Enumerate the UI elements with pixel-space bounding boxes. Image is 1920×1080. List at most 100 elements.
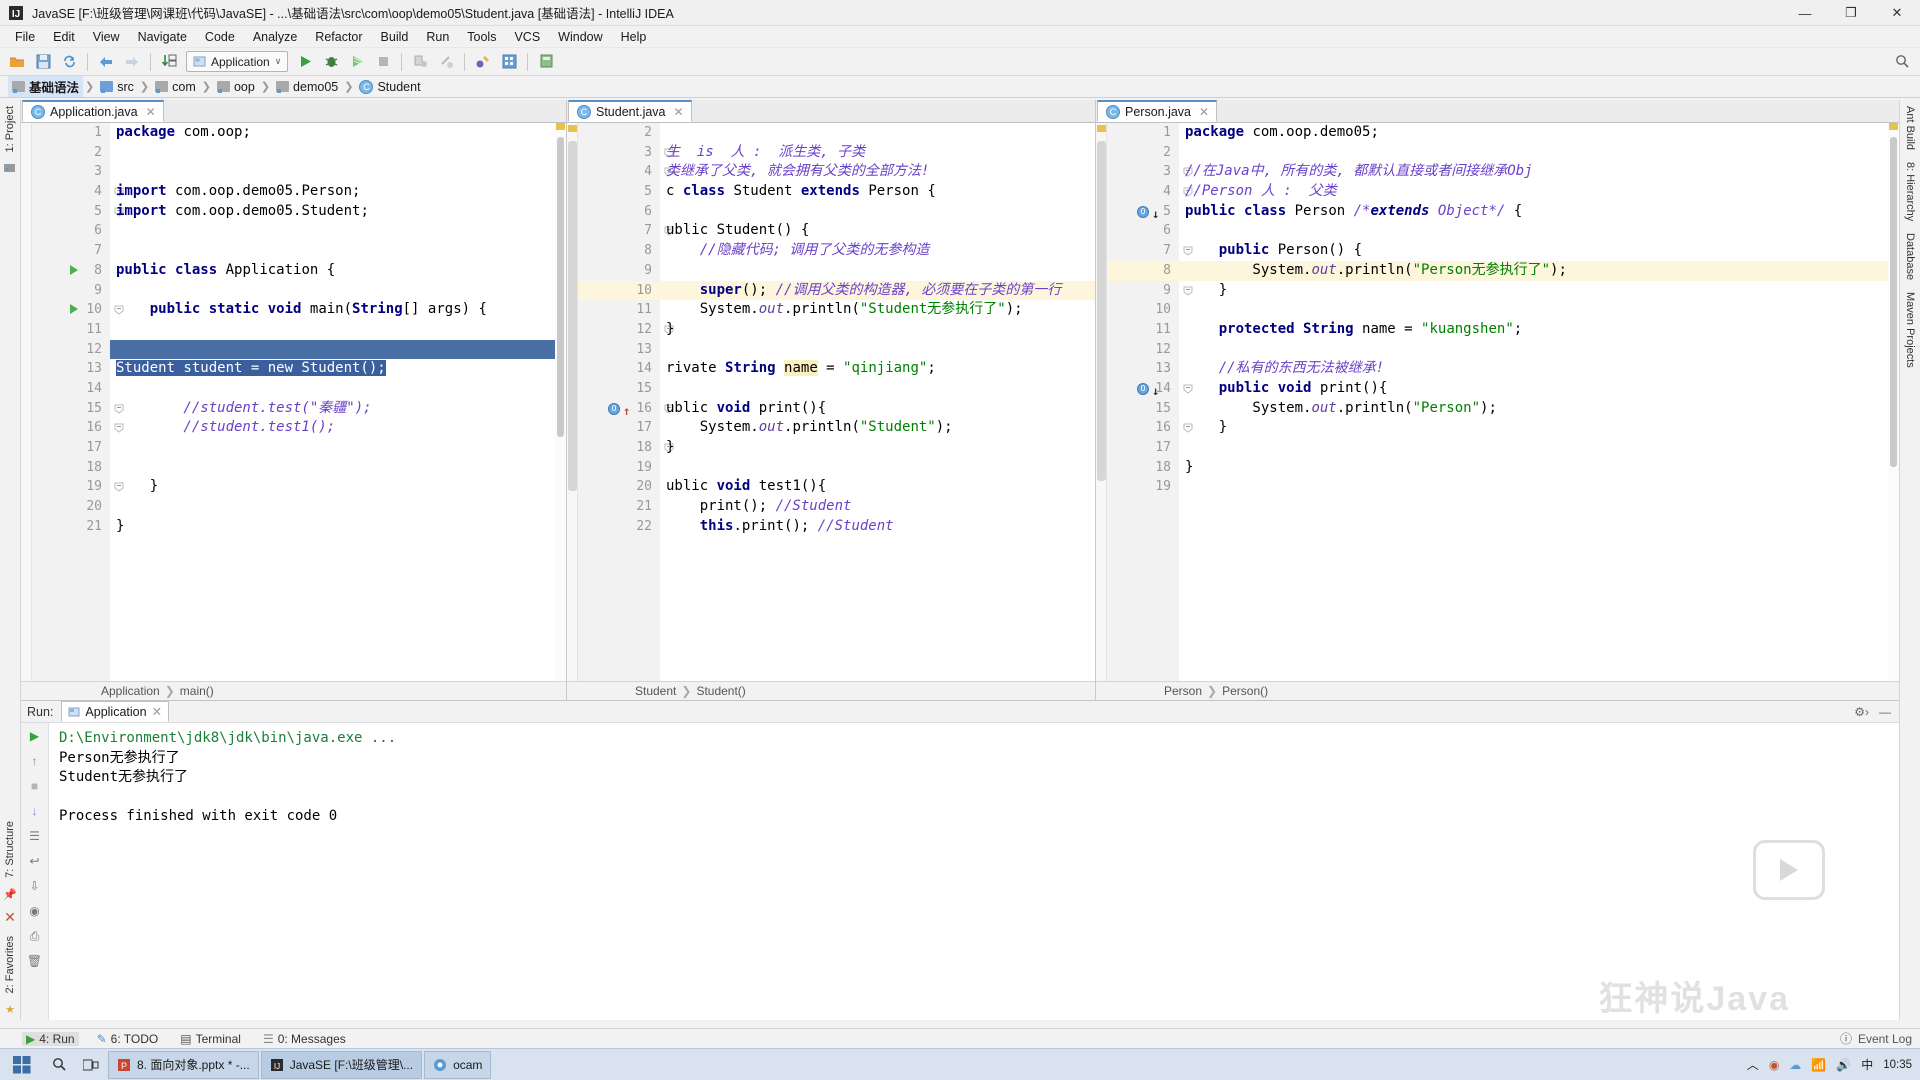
code-line[interactable] <box>110 379 566 399</box>
code-line[interactable]: print(); //Student <box>660 497 1095 517</box>
save-icon[interactable] <box>31 50 55 74</box>
sidebar-item-ant-build[interactable]: Ant Build <box>1904 100 1916 156</box>
code-line[interactable]: public class Application { <box>110 261 566 281</box>
line-number[interactable]: 10 <box>1107 300 1179 320</box>
breadcrumb-module[interactable]: 基础语法 <box>8 76 84 97</box>
close-icon[interactable]: ✕ <box>146 105 156 119</box>
line-number[interactable]: 8 <box>578 241 660 261</box>
line-number[interactable]: 12 <box>578 320 674 340</box>
line-number[interactable]: 6 <box>32 221 110 241</box>
code-line[interactable]: System.out.println("Person无参执行了"); <box>1179 260 1899 281</box>
line-number[interactable]: 3 <box>578 143 674 163</box>
minimize-icon[interactable]: — <box>1879 705 1891 719</box>
gutter-pane-2[interactable]: 2 3 4 5 6 7 8 9 10 11 12 13 14 15 O ↑ 16 17 18 19 20 21 22 <box>578 123 674 681</box>
warning-marker[interactable] <box>1097 125 1106 132</box>
taskbar-search-icon[interactable] <box>44 1050 74 1080</box>
code-line[interactable]: System.out.println("Person"); <box>1179 399 1899 419</box>
line-number[interactable]: 4 <box>578 162 674 182</box>
line-number[interactable]: 18 <box>1107 458 1179 478</box>
code-line[interactable] <box>110 241 566 261</box>
tab-student-java[interactable]: C Student.java ✕ <box>568 100 692 122</box>
run-gutter-icon[interactable] <box>70 304 78 315</box>
line-number[interactable]: 16 <box>32 418 124 438</box>
menu-analyze[interactable]: Analyze <box>244 28 306 46</box>
breadcrumb-student[interactable]: C Student <box>355 79 424 95</box>
editor-body-pane-2[interactable]: 2 3 4 5 6 7 8 9 10 11 12 13 14 15 O ↑ 16 17 18 19 20 21 22 生 i… <box>567 123 1095 681</box>
minimize-button[interactable]: — <box>1782 0 1828 26</box>
run-gutter-icon[interactable] <box>70 264 78 275</box>
debug-icon[interactable] <box>319 50 343 74</box>
menu-edit[interactable]: Edit <box>44 28 84 46</box>
code-line[interactable]: } <box>1179 281 1899 301</box>
code-line[interactable] <box>110 320 566 340</box>
vertical-scrollbar-1[interactable] <box>555 123 566 681</box>
forward-icon[interactable] <box>120 50 144 74</box>
line-number[interactable]: 4 <box>32 182 124 202</box>
line-number[interactable]: O ↓ 14 <box>1107 379 1193 399</box>
line-number[interactable]: 6 <box>578 202 660 222</box>
line-number[interactable]: O ↓ 5 <box>1107 202 1179 222</box>
run-button[interactable] <box>293 50 317 74</box>
code-line[interactable] <box>660 379 1095 399</box>
code-line[interactable]: //student.test1(); <box>110 418 566 438</box>
code-line[interactable]: 类继承了父类, 就会拥有父类的全部方法! <box>660 162 1095 182</box>
taskbar-clock[interactable]: 10:35 <box>1883 1058 1912 1072</box>
line-number[interactable]: 13 <box>578 340 660 360</box>
line-number[interactable]: 8 <box>1107 260 1179 281</box>
code-line[interactable]: //student.test("秦疆"); <box>110 399 566 419</box>
sidebar-item-project[interactable]: 1: Project <box>4 100 16 158</box>
tab-person-java[interactable]: C Person.java ✕ <box>1097 100 1218 122</box>
line-number[interactable]: 20 <box>32 497 110 517</box>
line-number[interactable]: 12 <box>32 340 110 360</box>
line-number[interactable]: 7 <box>1107 241 1193 261</box>
stop-icon[interactable] <box>371 50 395 74</box>
override-gutter-icon[interactable]: O <box>608 402 620 415</box>
code-line[interactable]: package com.oop; <box>110 123 566 143</box>
windows-start-icon[interactable] <box>2 1050 42 1080</box>
code-line[interactable] <box>110 162 566 182</box>
print-icon[interactable]: ☰ <box>26 827 44 845</box>
line-number[interactable]: 19 <box>1107 477 1179 497</box>
code-line[interactable] <box>660 202 1095 222</box>
code-line[interactable]: } <box>110 477 566 497</box>
menu-tools[interactable]: Tools <box>458 28 505 46</box>
code-line[interactable]: super(); //调用父类的构造器, 必须要在子类的第一行 <box>660 280 1095 301</box>
line-number[interactable]: 17 <box>32 438 110 458</box>
export-icon[interactable]: ⎙ <box>26 927 44 945</box>
menu-refactor[interactable]: Refactor <box>306 28 371 46</box>
menu-file[interactable]: File <box>6 28 44 46</box>
breadcrumb-src[interactable]: src <box>96 79 138 95</box>
line-number[interactable]: 1 <box>1107 123 1179 143</box>
sidebar-item-maven-projects[interactable]: Maven Projects <box>1904 286 1916 374</box>
code-line[interactable] <box>110 281 566 301</box>
line-number[interactable]: 8 <box>32 261 110 281</box>
scroll-up-icon[interactable]: ↑ <box>26 752 44 770</box>
code-line[interactable] <box>660 458 1095 478</box>
code-line[interactable]: public class Person /*extends Object*/ { <box>1179 202 1899 222</box>
code-area-pane-3[interactable]: package com.oop.demo05; //在Java中, 所有的类, … <box>1179 123 1899 681</box>
code-line[interactable] <box>110 143 566 163</box>
breadcrumb-com[interactable]: com <box>151 79 200 95</box>
code-line[interactable]: Student student = new Student(); <box>110 359 566 379</box>
override-gutter-icon[interactable]: O <box>1137 205 1149 218</box>
maximize-button[interactable]: ❐ <box>1828 0 1874 26</box>
line-number[interactable]: 17 <box>578 418 660 438</box>
line-number[interactable]: 14 <box>578 359 660 379</box>
tray-expand-icon[interactable]: ︿ <box>1747 1056 1759 1073</box>
breadcrumb-class[interactable]: Person <box>1164 684 1202 698</box>
chevron-down-icon[interactable]: ∨ <box>275 56 282 67</box>
line-number[interactable]: 16 <box>1107 418 1193 438</box>
line-number[interactable]: 14 <box>32 379 110 399</box>
breadcrumb-method[interactable]: Student() <box>696 684 745 698</box>
back-icon[interactable] <box>94 50 118 74</box>
tray-network-icon[interactable]: 📶 <box>1811 1058 1826 1072</box>
close-button[interactable]: ✕ <box>1874 0 1920 26</box>
toolwindow-todo[interactable]: ✎ 6: TODO <box>93 1032 163 1046</box>
code-line[interactable] <box>1179 143 1899 163</box>
menu-vcs[interactable]: VCS <box>505 28 549 46</box>
profile-icon[interactable] <box>408 50 432 74</box>
breadcrumb-oop[interactable]: oop <box>213 79 259 95</box>
line-number[interactable]: 9 <box>32 281 110 301</box>
code-line[interactable]: //私有的东西无法被继承! <box>1179 359 1899 379</box>
run-tab-application[interactable]: Application ✕ <box>61 701 170 722</box>
